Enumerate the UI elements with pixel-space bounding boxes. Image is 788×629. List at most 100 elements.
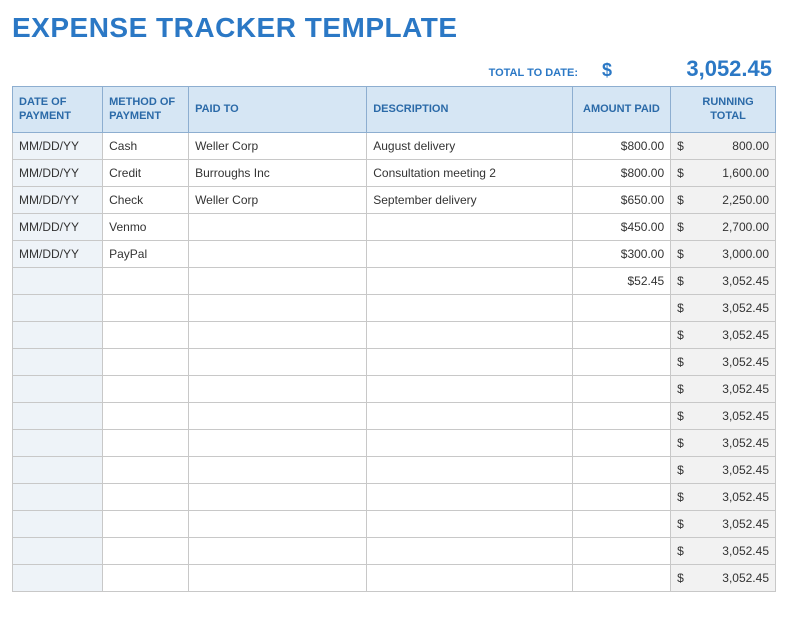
cell-amount[interactable]: $300.00 [572, 240, 671, 267]
cell-method[interactable] [103, 510, 189, 537]
cell-amount[interactable] [572, 429, 671, 456]
cell-amount[interactable]: $800.00 [572, 159, 671, 186]
cell-paidto[interactable] [189, 483, 367, 510]
cell-paidto[interactable] [189, 564, 367, 591]
cell-date[interactable] [13, 456, 103, 483]
cell-amount[interactable]: $800.00 [572, 132, 671, 159]
dollar-sign: $ [677, 571, 684, 585]
cell-amount[interactable] [572, 537, 671, 564]
cell-paidto[interactable] [189, 402, 367, 429]
cell-description[interactable]: September delivery [367, 186, 572, 213]
cell-date[interactable] [13, 483, 103, 510]
cell-method[interactable] [103, 483, 189, 510]
cell-date[interactable] [13, 267, 103, 294]
cell-date[interactable] [13, 510, 103, 537]
table-row: $3,052.45 [13, 456, 776, 483]
cell-description[interactable] [367, 537, 572, 564]
cell-method[interactable]: PayPal [103, 240, 189, 267]
total-value: 3,052.45 [680, 56, 776, 82]
cell-paidto[interactable] [189, 321, 367, 348]
cell-date[interactable]: MM/DD/YY [13, 213, 103, 240]
cell-method[interactable] [103, 348, 189, 375]
cell-method[interactable] [103, 294, 189, 321]
cell-date[interactable] [13, 564, 103, 591]
cell-date[interactable] [13, 429, 103, 456]
cell-amount[interactable] [572, 483, 671, 510]
cell-date[interactable]: MM/DD/YY [13, 186, 103, 213]
cell-paidto[interactable] [189, 240, 367, 267]
table-row: MM/DD/YYVenmo$450.00$2,700.00 [13, 213, 776, 240]
cell-amount[interactable] [572, 321, 671, 348]
cell-description[interactable] [367, 456, 572, 483]
cell-paidto[interactable] [189, 456, 367, 483]
cell-date[interactable] [13, 375, 103, 402]
cell-method[interactable] [103, 429, 189, 456]
cell-description[interactable] [367, 213, 572, 240]
cell-description[interactable] [367, 483, 572, 510]
cell-paidto[interactable]: Weller Corp [189, 132, 367, 159]
header-paidto: PAID TO [189, 87, 367, 133]
cell-amount[interactable] [572, 294, 671, 321]
cell-description[interactable] [367, 321, 572, 348]
cell-amount[interactable] [572, 510, 671, 537]
table-row: MM/DD/YYCheckWeller CorpSeptember delive… [13, 186, 776, 213]
table-row: $3,052.45 [13, 537, 776, 564]
cell-method[interactable] [103, 321, 189, 348]
cell-method[interactable]: Cash [103, 132, 189, 159]
cell-date[interactable]: MM/DD/YY [13, 159, 103, 186]
cell-method[interactable] [103, 564, 189, 591]
cell-paidto[interactable] [189, 348, 367, 375]
cell-description[interactable] [367, 240, 572, 267]
dollar-sign: $ [677, 409, 684, 423]
cell-amount[interactable]: $450.00 [572, 213, 671, 240]
cell-date[interactable] [13, 402, 103, 429]
cell-description[interactable] [367, 510, 572, 537]
cell-paidto[interactable] [189, 429, 367, 456]
cell-description[interactable] [367, 348, 572, 375]
cell-paidto[interactable] [189, 267, 367, 294]
cell-date[interactable]: MM/DD/YY [13, 240, 103, 267]
dollar-sign: $ [677, 544, 684, 558]
cell-method[interactable] [103, 375, 189, 402]
cell-date[interactable]: MM/DD/YY [13, 132, 103, 159]
cell-method[interactable] [103, 402, 189, 429]
cell-paidto[interactable] [189, 375, 367, 402]
cell-method[interactable] [103, 456, 189, 483]
cell-description[interactable]: Consultation meeting 2 [367, 159, 572, 186]
cell-description[interactable]: August delivery [367, 132, 572, 159]
cell-method[interactable]: Venmo [103, 213, 189, 240]
cell-date[interactable] [13, 294, 103, 321]
cell-method[interactable]: Credit [103, 159, 189, 186]
cell-description[interactable] [367, 375, 572, 402]
cell-description[interactable] [367, 429, 572, 456]
cell-paidto[interactable] [189, 537, 367, 564]
cell-amount[interactable] [572, 348, 671, 375]
cell-description[interactable] [367, 564, 572, 591]
header-method: METHOD OF PAYMENT [103, 87, 189, 133]
cell-date[interactable] [13, 321, 103, 348]
dollar-sign: $ [677, 328, 684, 342]
cell-method[interactable] [103, 267, 189, 294]
cell-amount[interactable]: $650.00 [572, 186, 671, 213]
cell-date[interactable] [13, 537, 103, 564]
cell-running-total: $3,052.45 [671, 564, 776, 591]
cell-amount[interactable] [572, 564, 671, 591]
cell-paidto[interactable] [189, 510, 367, 537]
cell-paidto[interactable] [189, 294, 367, 321]
cell-amount[interactable] [572, 456, 671, 483]
cell-paidto[interactable] [189, 213, 367, 240]
cell-method[interactable]: Check [103, 186, 189, 213]
dollar-sign: $ [677, 382, 684, 396]
cell-paidto[interactable]: Burroughs Inc [189, 159, 367, 186]
cell-paidto[interactable]: Weller Corp [189, 186, 367, 213]
cell-amount[interactable]: $52.45 [572, 267, 671, 294]
running-value: 1,600.00 [722, 166, 769, 180]
cell-description[interactable] [367, 267, 572, 294]
cell-running-total: $3,052.45 [671, 456, 776, 483]
cell-method[interactable] [103, 537, 189, 564]
cell-date[interactable] [13, 348, 103, 375]
cell-description[interactable] [367, 402, 572, 429]
cell-amount[interactable] [572, 402, 671, 429]
cell-amount[interactable] [572, 375, 671, 402]
cell-description[interactable] [367, 294, 572, 321]
